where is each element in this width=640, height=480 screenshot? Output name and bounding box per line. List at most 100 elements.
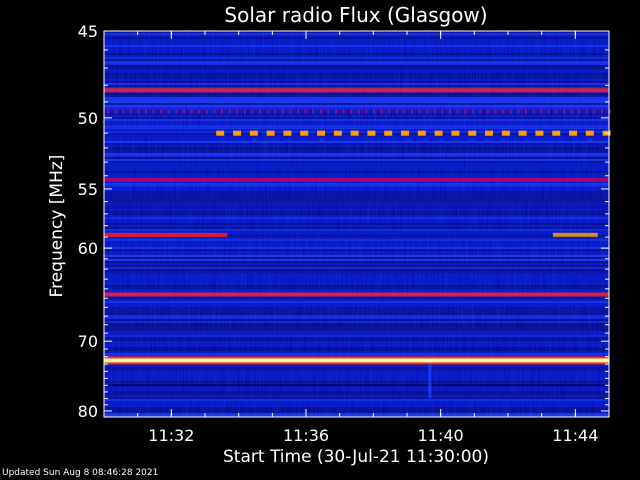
x-axis-label: Start Time (30-Jul-21 11:30:00) xyxy=(223,447,489,467)
spectrogram-pulse xyxy=(317,130,326,136)
spectrogram-pulse xyxy=(451,130,460,136)
spectrogram-pulse xyxy=(585,130,594,136)
spectrogram-pulse xyxy=(145,109,147,114)
spectrogram-band xyxy=(104,177,609,182)
spectrogram-pulse xyxy=(259,109,261,114)
spectrogram-pulse xyxy=(570,109,573,114)
spectrogram-pulse xyxy=(468,130,477,136)
spectrogram-band xyxy=(104,88,609,93)
spectrogram-band xyxy=(104,384,609,387)
spectrogram-pulse xyxy=(501,130,510,136)
spectrogram-pulse xyxy=(190,109,193,114)
y-tick-label: 80 xyxy=(78,402,98,421)
spectrogram-pulse xyxy=(266,130,275,136)
spectrogram-pulse xyxy=(283,130,292,136)
spectrogram-pulse xyxy=(312,109,315,114)
spectrogram-pulse xyxy=(563,109,565,114)
spectrogram-pulse xyxy=(456,109,459,114)
spectrogram-pulse xyxy=(417,130,426,136)
spectrogram-pulse xyxy=(494,109,497,114)
spectrogram-pulse xyxy=(601,109,603,114)
spectrogram-pulse xyxy=(434,130,443,136)
spectrogram-pulse xyxy=(555,109,558,114)
spectrogram-pulse xyxy=(160,109,163,114)
y-tick-label: 45 xyxy=(78,22,98,41)
y-axis-label: Frequency [MHz] xyxy=(47,155,67,298)
spectrogram-pulse xyxy=(411,109,413,114)
spectrogram-band xyxy=(104,232,228,237)
updated-timestamp: Updated Sun Aug 8 08:46:28 2021 xyxy=(2,468,159,478)
spectrogram-pulse xyxy=(274,109,277,114)
spectrogram-pulse xyxy=(300,130,309,136)
spectrogram-pulse xyxy=(532,109,535,114)
spectrogram-pulse xyxy=(289,109,292,114)
y-tick-label: 55 xyxy=(78,180,98,199)
spectrogram-pulse xyxy=(426,109,429,114)
spectrogram-pulse xyxy=(236,109,239,114)
spectrogram-pulse xyxy=(373,109,375,114)
spectrogram-pulse xyxy=(518,130,527,136)
spectrogram-pulse xyxy=(167,109,170,114)
spectrogram-pulse xyxy=(593,109,596,114)
spectrogram-pulse xyxy=(540,109,543,114)
spectrogram-pulse xyxy=(517,109,520,114)
spectrogram-spike xyxy=(428,364,432,399)
spectrogram-pulse xyxy=(251,109,254,114)
x-tick-label: 11:32 xyxy=(148,426,194,445)
spectrogram-pulse xyxy=(266,109,269,114)
spectrogram-pulse xyxy=(333,130,342,136)
spectrogram-pulse xyxy=(297,109,299,114)
plot-area xyxy=(104,31,611,417)
spectrogram-pulse xyxy=(403,109,406,114)
spectrogram-pulse xyxy=(350,130,359,136)
spectrogram-pulse xyxy=(175,109,178,114)
spectrogram-pulse xyxy=(525,109,527,114)
spectrogram-band xyxy=(104,292,609,297)
spectrogram-pulse xyxy=(552,130,561,136)
spectrogram-pulse xyxy=(243,109,246,114)
spectrogram-pulse xyxy=(585,109,588,114)
spectrogram-chart: Solar radio Flux (Glasgow) 45 50 55 60 70 80 1… xyxy=(47,3,611,467)
spectrogram-pulse xyxy=(365,109,368,114)
spectrogram-pulse xyxy=(395,109,398,114)
spectrogram-pulse xyxy=(464,109,467,114)
spectrogram-pulse xyxy=(122,109,125,114)
spectrogram-pulse xyxy=(213,109,216,114)
spectrogram-pulse xyxy=(569,130,578,136)
spectrogram-pulse xyxy=(137,109,140,114)
spectrogram-pulse xyxy=(357,109,360,114)
spectrogram-pulse xyxy=(319,109,322,114)
spectrogram-pulse xyxy=(441,109,444,114)
spectrogram-pulse xyxy=(418,109,421,114)
spectrogram-pulse xyxy=(228,109,231,114)
spectrogram-pulse xyxy=(479,109,482,114)
y-tick-label: 70 xyxy=(78,332,98,351)
spectrogram-pulse xyxy=(487,109,489,114)
x-tick-label: 11:36 xyxy=(283,426,329,445)
x-tick-label: 11:40 xyxy=(418,426,464,445)
spectrogram-pulse xyxy=(401,130,410,136)
spectrogram-pulse xyxy=(129,109,132,114)
spectrogram-pulse xyxy=(205,109,208,114)
spectrogram-pulse xyxy=(471,109,474,114)
y-tick-label: 50 xyxy=(78,109,98,128)
spectrogram-band xyxy=(552,232,598,237)
spectrogram-pulse xyxy=(198,109,201,114)
spectrogram-pulse xyxy=(233,130,242,136)
spectrogram-pulse xyxy=(249,130,258,136)
y-tick-label: 60 xyxy=(78,239,98,258)
spectrogram-pulse xyxy=(216,130,225,136)
spectrogram-pulse xyxy=(502,109,505,114)
spectrogram-pulse xyxy=(367,130,376,136)
spectrogram-pulse xyxy=(342,109,345,114)
spectrogram-pulse xyxy=(327,109,330,114)
spectrogram-pulse xyxy=(547,109,550,114)
spectrogram-pulse xyxy=(335,109,337,114)
spectrogram-pulse xyxy=(107,109,109,114)
chart-title: Solar radio Flux (Glasgow) xyxy=(224,3,487,27)
spectrogram-pulse xyxy=(433,109,436,114)
spectrogram-pulse xyxy=(183,109,185,114)
spectrogram-pulse xyxy=(388,109,391,114)
spectrogram-pulse xyxy=(114,109,117,114)
spectrogram-pulse xyxy=(509,109,512,114)
